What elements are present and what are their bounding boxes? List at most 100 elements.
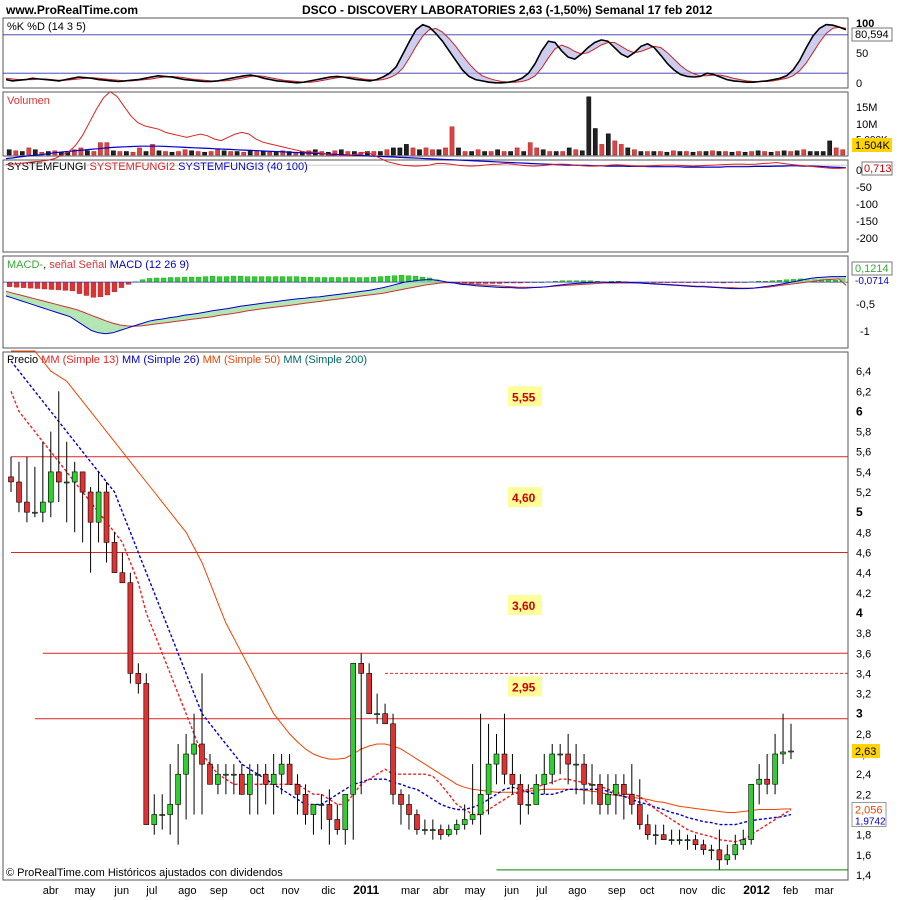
candle-body — [32, 511, 38, 514]
price-tick-label: 5,2 — [856, 487, 871, 499]
candle-body — [644, 824, 651, 835]
macd-hist-bar — [202, 276, 209, 283]
price-tick-label: 5,6 — [856, 447, 871, 459]
macd-hist-bar — [286, 276, 293, 283]
volume-bar — [208, 151, 214, 156]
volume-bar — [176, 151, 181, 156]
candle-body — [660, 834, 667, 841]
volume-bar — [677, 151, 683, 156]
price-tick-label: 6,4 — [856, 366, 871, 378]
candle-body — [692, 839, 699, 846]
systemfungi-legend: SYSTEMFUNGI SYSTEMFUNGI2 SYSTEMFUNGI3 (4… — [7, 161, 308, 173]
candle-body — [382, 713, 388, 725]
volume-bar — [378, 151, 383, 156]
candle-body — [453, 824, 460, 830]
candle-body — [247, 773, 253, 795]
volume-bar — [573, 149, 579, 156]
volume-bar — [755, 150, 761, 156]
volume-bar — [130, 151, 136, 156]
volume-bar — [85, 150, 90, 156]
volume-bar — [658, 151, 663, 156]
macd-hist-bar — [328, 277, 335, 283]
macd-hist-bar — [62, 281, 69, 291]
volume-bar — [436, 149, 442, 156]
volume-bar — [495, 149, 500, 156]
candle-body — [87, 491, 94, 523]
candle-body — [613, 783, 619, 795]
x-axis-label: 2012 — [743, 883, 770, 897]
price-tick-label: 4 — [856, 606, 863, 620]
macd-hist-bar — [265, 276, 272, 283]
volume-bar — [527, 142, 533, 156]
volume-bar — [794, 150, 800, 156]
volume-bar — [462, 151, 468, 156]
price-tick-label: 3,8 — [856, 628, 871, 640]
candle-body — [79, 471, 86, 493]
price-tick-label: 5,4 — [856, 467, 871, 479]
macd-hist-bar — [342, 277, 349, 283]
candle-body — [135, 673, 142, 684]
macd-hist-bar — [118, 281, 125, 288]
candle-body — [676, 839, 683, 842]
volume-bar — [423, 147, 429, 156]
candle-body — [199, 743, 205, 765]
legend-sma200: MM (Simple 200) — [283, 354, 367, 366]
macd-hist-bar — [314, 277, 321, 283]
volume-bar — [833, 147, 839, 156]
candle-body — [167, 804, 173, 815]
candle-body — [652, 834, 659, 837]
volume-bar — [482, 151, 487, 156]
volume-bar — [391, 147, 396, 156]
volume-bar — [182, 149, 188, 156]
x-axis-label: may — [465, 885, 486, 897]
candle-body — [231, 773, 237, 776]
macd-tick-one: -1 — [860, 326, 870, 338]
volume-bar — [410, 147, 416, 156]
volume-bar — [599, 144, 605, 156]
volume-bar — [117, 151, 123, 156]
candle-body — [780, 751, 786, 755]
macd-legend: MACD-, señal Señal MACD (12 26 9) — [7, 259, 189, 271]
volume-bar — [104, 142, 110, 156]
macd-hist-bar — [300, 276, 307, 283]
macd-hist-bar — [160, 277, 167, 283]
price-legend: Precio MM (Simple 13) MM (Simple 26) MM … — [7, 354, 367, 366]
candle-body — [772, 753, 778, 785]
x-axis-label: jun — [503, 885, 519, 897]
macd-hist-bar — [223, 276, 230, 283]
candle-body — [509, 773, 516, 785]
volume-bar — [260, 151, 266, 156]
candle-body — [63, 481, 70, 484]
candle-body — [429, 829, 436, 831]
x-axis-label: oct — [640, 885, 655, 897]
volume-bar — [612, 140, 618, 156]
candle-body — [461, 819, 468, 825]
x-axis-label: 2011 — [353, 883, 379, 897]
candle-body — [581, 763, 587, 785]
candle-body — [541, 773, 548, 785]
macd-hist-bar — [216, 276, 223, 283]
volume-bar — [566, 147, 572, 156]
candle-body — [597, 783, 603, 805]
volume-bar — [215, 149, 220, 156]
volume-bar — [19, 151, 25, 156]
candle-body — [517, 783, 524, 805]
candle-body — [469, 814, 476, 820]
candle-body — [414, 814, 420, 830]
macd-hist-bar — [195, 276, 202, 283]
price-tick-label: 1,6 — [856, 850, 871, 862]
candle-body — [636, 804, 643, 825]
macd-hist-bar — [69, 281, 76, 292]
candle-body — [406, 804, 412, 815]
price-tick-label: 4,6 — [856, 548, 871, 560]
legend-sma13: MM (Simple 13) — [41, 354, 119, 366]
footer-note: © ProRealTime.com Históricos ajustados c… — [6, 867, 283, 879]
candle-body — [39, 501, 46, 513]
volume-bar — [651, 151, 657, 156]
candle-body — [310, 804, 317, 815]
volume-bar — [124, 151, 129, 156]
candle-body — [175, 773, 181, 805]
volume-bar — [13, 150, 19, 156]
candle-body — [119, 572, 126, 584]
macd-hist-bar — [272, 276, 279, 283]
